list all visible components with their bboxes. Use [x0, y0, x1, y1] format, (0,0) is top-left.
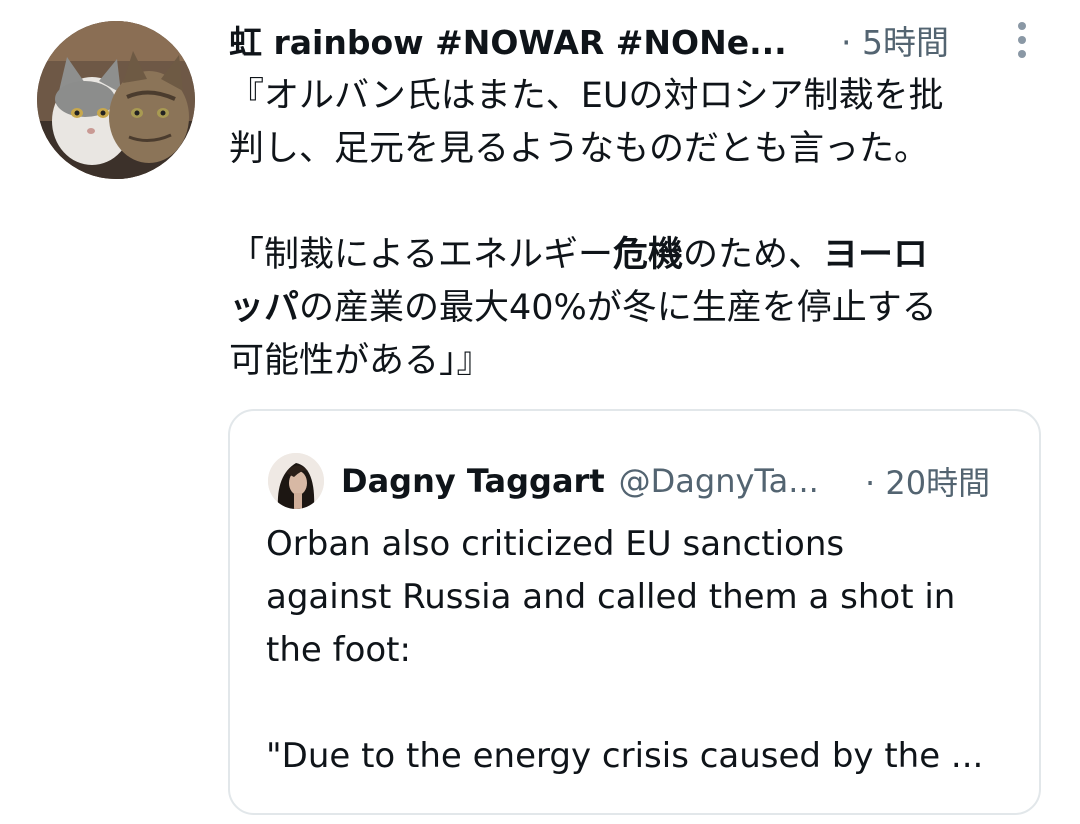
- tweet-text-segment: の産業の最大40%が冬に生産を停止する: [299, 288, 937, 328]
- quote-tweet-card[interactable]: Dagny Taggart @DagnyTa... · 20時間 Orban a…: [228, 409, 1041, 815]
- tweet-text-line: 『オルバン氏はまた、EUの対ロシア制裁を批: [229, 76, 944, 116]
- tweet-text-bold: 危機: [612, 235, 683, 275]
- tweet-text: 『オルバン氏はまた、EUの対ロシア制裁を批 判し、足元を見るようなものだとも言っ…: [229, 70, 1049, 388]
- more-vertical-icon[interactable]: [1007, 14, 1037, 66]
- tweet-text-line: 「制裁によるエネルギー危機のため、ヨーロ: [229, 229, 1049, 282]
- display-name[interactable]: 虹 rainbow #NOWAR #NONe...: [229, 16, 787, 64]
- tweet-text-bold: ヨーロ: [822, 235, 928, 275]
- woman-avatar-image: [268, 453, 324, 509]
- tweet-header: 虹 rainbow #NOWAR #NONe... · 5時間: [229, 14, 1049, 66]
- tweet-text-line: ッパの産業の最大40%が冬に生産を停止する: [229, 282, 1049, 335]
- quote-text-line: Orban also criticized EU sanctions: [266, 524, 845, 564]
- avatar[interactable]: [37, 21, 195, 179]
- timestamp[interactable]: · 5時間: [841, 16, 949, 64]
- quote-avatar[interactable]: [268, 453, 324, 509]
- tweet-text-line: 可能性がある」』: [229, 341, 492, 381]
- quote-header: Dagny Taggart @DagnyTa... · 20時間: [268, 451, 1028, 511]
- quote-text-line: "Due to the energy crisis caused by the …: [266, 736, 984, 776]
- quote-text-line: the foot:: [266, 630, 411, 670]
- tweet-text-segment: 「制裁によるエネルギー: [229, 235, 613, 275]
- quote-display-name[interactable]: Dagny Taggart: [341, 462, 605, 500]
- quote-timestamp[interactable]: · 20時間: [865, 458, 990, 504]
- tweet-text-line: 判し、足元を見るようなものだとも言った。: [229, 129, 930, 169]
- tweet-text-segment: のため、: [682, 235, 823, 275]
- quote-text-line: against Russia and called them a shot in: [266, 577, 956, 617]
- quote-text: Orban also criticized EU sanctions again…: [266, 518, 1006, 783]
- tweet-text-bold: ッパ: [229, 288, 300, 328]
- quote-handle[interactable]: @DagnyTa...: [619, 462, 819, 500]
- cats-avatar-image: [37, 21, 195, 179]
